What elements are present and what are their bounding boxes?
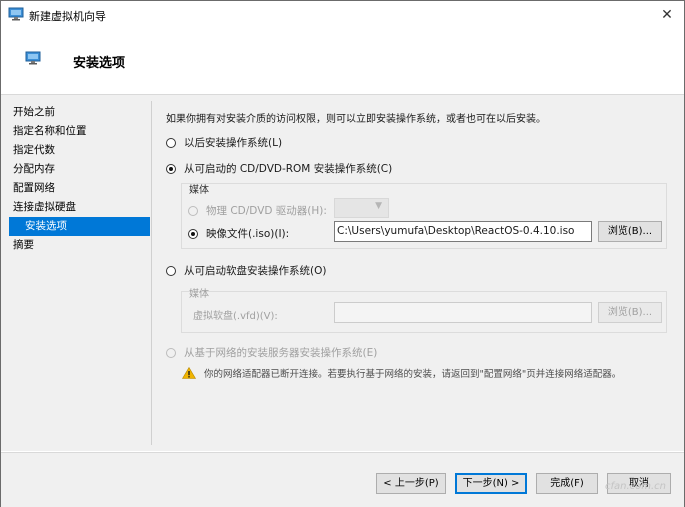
browse-image-button[interactable]: 浏览(B)... [598, 221, 662, 242]
physical-drive-label: 物理 CD/DVD 驱动器(H): [206, 205, 327, 217]
nav-item-install-options[interactable]: 安装选项 [9, 217, 150, 236]
nav-divider [151, 101, 152, 445]
option-install-cd[interactable]: 从可启动的 CD/DVD-ROM 安装操作系统(C) [166, 161, 392, 176]
option-install-later[interactable]: 以后安装操作系统(L) [166, 135, 282, 150]
nav-item-network[interactable]: 配置网络 [9, 179, 150, 198]
wizard-footer: < 上一步(P) 下一步(N) > 完成(F) 取消 cfan.com.cn [1, 452, 684, 507]
page-header: 安装选项 [1, 30, 684, 95]
warning-triangle-icon [182, 367, 196, 379]
radio-install-cd[interactable] [166, 163, 176, 174]
nav-item-name-location[interactable]: 指定名称和位置 [9, 122, 150, 141]
install-options-panel: 如果你拥有对安装介质的访问权限，则可以立即安装操作系统，或者也可在以后安装。 以… [164, 95, 679, 451]
cd-media-group-label: 媒体 [189, 185, 209, 196]
chevron-down-icon: ▼ [375, 201, 382, 211]
physical-drive-select: ▼ [334, 198, 389, 218]
radio-physical-drive [188, 205, 198, 216]
nav-item-summary[interactable]: 摘要 [9, 236, 150, 255]
option-physical-drive: 物理 CD/DVD 驱动器(H): [188, 203, 327, 218]
previous-button[interactable]: < 上一步(P) [376, 473, 446, 494]
network-warning: 你的网络适配器已断开连接。若要执行基于网络的安装，请返回到"配置网络"页并连接网… [182, 366, 621, 380]
wizard-steps-nav: 开始之前 指定名称和位置 指定代数 分配内存 配置网络 连接虚拟硬盘 安装选项 … [9, 103, 150, 255]
image-file-input[interactable]: C:\Users\yumufa\Desktop\ReactOS-0.4.10.i… [334, 221, 592, 242]
nav-item-virtual-disk[interactable]: 连接虚拟硬盘 [9, 198, 150, 217]
option-install-later-label: 以后安装操作系统(L) [184, 137, 283, 149]
watermark: cfan.com.cn [604, 481, 666, 492]
title-bar: 新建虚拟机向导 ✕ [1, 1, 684, 30]
wizard-body: 开始之前 指定名称和位置 指定代数 分配内存 配置网络 连接虚拟硬盘 安装选项 … [1, 95, 684, 451]
virtual-floppy-input [334, 302, 592, 323]
option-install-network-label: 从基于网络的安装服务器安装操作系统(E) [184, 347, 378, 359]
nav-item-before-you-begin[interactable]: 开始之前 [9, 103, 150, 122]
monitor-icon [8, 7, 24, 21]
radio-install-network [166, 347, 176, 358]
option-install-floppy-label: 从可启动软盘安装操作系统(O) [184, 265, 327, 277]
nav-item-generation[interactable]: 指定代数 [9, 141, 150, 160]
intro-text: 如果你拥有对安装介质的访问权限，则可以立即安装操作系统，或者也可在以后安装。 [166, 114, 546, 125]
close-icon[interactable]: ✕ [656, 4, 678, 26]
monitor-icon [25, 51, 41, 65]
image-file-label: 映像文件(.iso)(I): [206, 228, 290, 240]
option-install-cd-label: 从可启动的 CD/DVD-ROM 安装操作系统(C) [184, 163, 393, 175]
wizard-window: 新建虚拟机向导 ✕ 安装选项 开始之前 指定名称和位置 指定代数 分配内存 配置… [0, 0, 685, 507]
option-image-file[interactable]: 映像文件(.iso)(I): [188, 226, 289, 241]
option-install-floppy[interactable]: 从可启动软盘安装操作系统(O) [166, 263, 326, 278]
network-warning-text: 你的网络适配器已断开连接。若要执行基于网络的安装，请返回到"配置网络"页并连接网… [204, 369, 622, 380]
window-title: 新建虚拟机向导 [29, 10, 106, 23]
browse-floppy-button: 浏览(B)... [598, 302, 662, 323]
page-title: 安装选项 [73, 56, 126, 71]
radio-image-file[interactable] [188, 228, 198, 239]
virtual-floppy-label: 虚拟软盘(.vfd)(V): [193, 311, 278, 322]
finish-button[interactable]: 完成(F) [536, 473, 598, 494]
radio-install-later[interactable] [166, 137, 176, 148]
option-install-network: 从基于网络的安装服务器安装操作系统(E) [166, 345, 377, 360]
floppy-media-group-label: 媒体 [189, 289, 209, 300]
next-button[interactable]: 下一步(N) > [455, 473, 527, 494]
radio-install-floppy[interactable] [166, 265, 176, 276]
nav-item-memory[interactable]: 分配内存 [9, 160, 150, 179]
